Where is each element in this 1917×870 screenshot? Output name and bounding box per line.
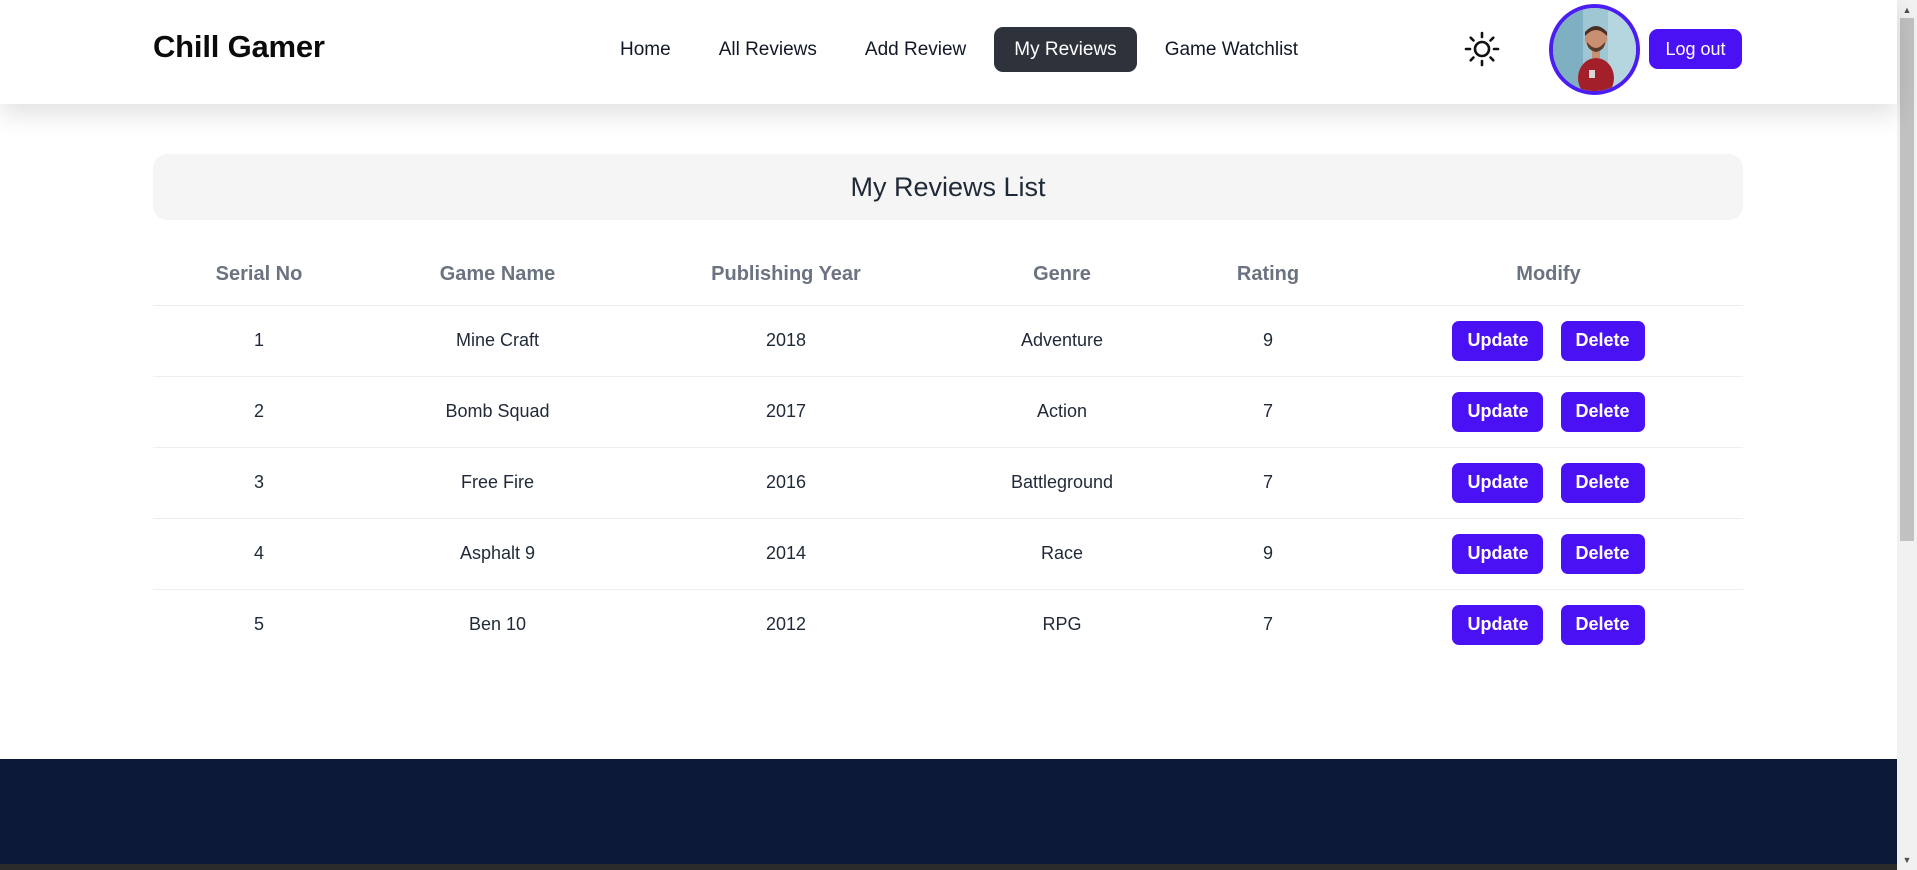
scroll-down-arrow-icon[interactable]: ▼ — [1897, 852, 1917, 868]
logout-button[interactable]: Log out — [1649, 29, 1742, 69]
sun-icon[interactable] — [1464, 31, 1500, 67]
column-header-game-name: Game Name — [365, 245, 630, 306]
nav-link-add-review[interactable]: Add Review — [845, 27, 986, 72]
cell-serial: 3 — [153, 447, 365, 519]
delete-button[interactable]: Delete — [1560, 320, 1645, 361]
cell-game-name: Asphalt 9 — [365, 518, 630, 590]
cell-year: 2018 — [630, 305, 942, 377]
nav-links: Home All Reviews Add Review My Reviews G… — [600, 27, 1326, 72]
table-row: 1 Mine Craft 2018 Adventure 9 Update Del… — [153, 305, 1743, 377]
update-button[interactable]: Update — [1452, 320, 1544, 361]
cell-modify: Update Delete — [1354, 376, 1743, 448]
cell-year: 2016 — [630, 447, 942, 519]
update-button[interactable]: Update — [1452, 391, 1544, 432]
cell-year: 2012 — [765, 614, 807, 635]
cell-rating: 7 — [1182, 376, 1354, 448]
window-bottom-edge — [0, 864, 1897, 870]
cell-year: 2017 — [630, 376, 942, 448]
scroll-up-arrow-icon[interactable]: ▲ — [1897, 2, 1917, 18]
cell-rating: 9 — [1182, 518, 1354, 590]
table-header-row: Serial No Game Name Publishing Year Genr… — [153, 245, 1743, 306]
cell-serial: 4 — [153, 518, 365, 590]
column-header-modify: Modify — [1354, 245, 1743, 306]
column-header-publishing-year: Publishing Year — [630, 245, 942, 306]
nav-link-all-reviews[interactable]: All Reviews — [699, 27, 837, 72]
cell-genre: Battleground — [942, 447, 1182, 519]
table-row: 3 Free Fire 2016 Battleground 7 Update D… — [153, 447, 1743, 519]
update-button[interactable]: Update — [1452, 462, 1544, 503]
cell-modify: Update Delete — [1354, 305, 1743, 377]
table-row: 5 Ben 10 2012 RPG 7 Update Delete — [153, 589, 1743, 660]
cell-genre: Adventure — [942, 305, 1182, 377]
reviews-table: Serial No Game Name Publishing Year Genr… — [153, 245, 1743, 660]
cell-modify: Update Delete — [1354, 447, 1743, 519]
brand-logo[interactable]: Chill Gamer — [153, 29, 325, 65]
cell-serial: 1 — [153, 305, 365, 377]
delete-button[interactable]: Delete — [1560, 533, 1645, 574]
cell-modify: Update Delete — [1354, 518, 1743, 590]
delete-button[interactable]: Delete — [1560, 462, 1645, 503]
cell-year: 2014 — [630, 518, 942, 590]
vertical-scrollbar[interactable]: ▲ ▼ — [1897, 0, 1917, 870]
cell-rating: 9 — [1182, 305, 1354, 377]
page-title: My Reviews List — [850, 171, 1046, 202]
column-header-rating: Rating — [1182, 245, 1354, 306]
navbar: Chill Gamer Home All Reviews Add Review … — [0, 0, 1897, 104]
column-header-genre: Genre — [942, 245, 1182, 306]
title-panel: My Reviews List — [153, 154, 1743, 220]
nav-link-home[interactable]: Home — [600, 27, 691, 72]
cell-game-name: Mine Craft — [365, 305, 630, 377]
cell-game-name: Ben 10 — [468, 614, 527, 635]
scrollbar-thumb[interactable] — [1900, 18, 1914, 541]
nav-link-game-watchlist[interactable]: Game Watchlist — [1145, 27, 1318, 72]
update-button[interactable]: Update — [1452, 533, 1544, 574]
table-row: 2 Bomb Squad 2017 Action 7 Update Delete — [153, 376, 1743, 448]
cell-modify: Update Delete — [1354, 589, 1743, 660]
table-row: 4 Asphalt 9 2014 Race 9 Update Delete — [153, 518, 1743, 590]
footer — [0, 759, 1897, 870]
cell-serial: 5 — [253, 614, 264, 635]
update-button[interactable]: Update — [1452, 604, 1544, 645]
delete-button[interactable]: Delete — [1560, 391, 1645, 432]
cell-game-name: Free Fire — [365, 447, 630, 519]
cell-genre: Race — [942, 518, 1182, 590]
delete-button[interactable]: Delete — [1560, 604, 1645, 645]
cell-rating: 7 — [1262, 614, 1273, 635]
cell-genre: Action — [942, 376, 1182, 448]
cell-rating: 7 — [1182, 447, 1354, 519]
cell-serial: 2 — [153, 376, 365, 448]
nav-link-my-reviews[interactable]: My Reviews — [994, 27, 1137, 72]
column-header-serial: Serial No — [153, 245, 365, 306]
cell-genre: RPG — [1042, 614, 1082, 635]
cell-game-name: Bomb Squad — [365, 376, 630, 448]
avatar[interactable] — [1549, 4, 1640, 95]
